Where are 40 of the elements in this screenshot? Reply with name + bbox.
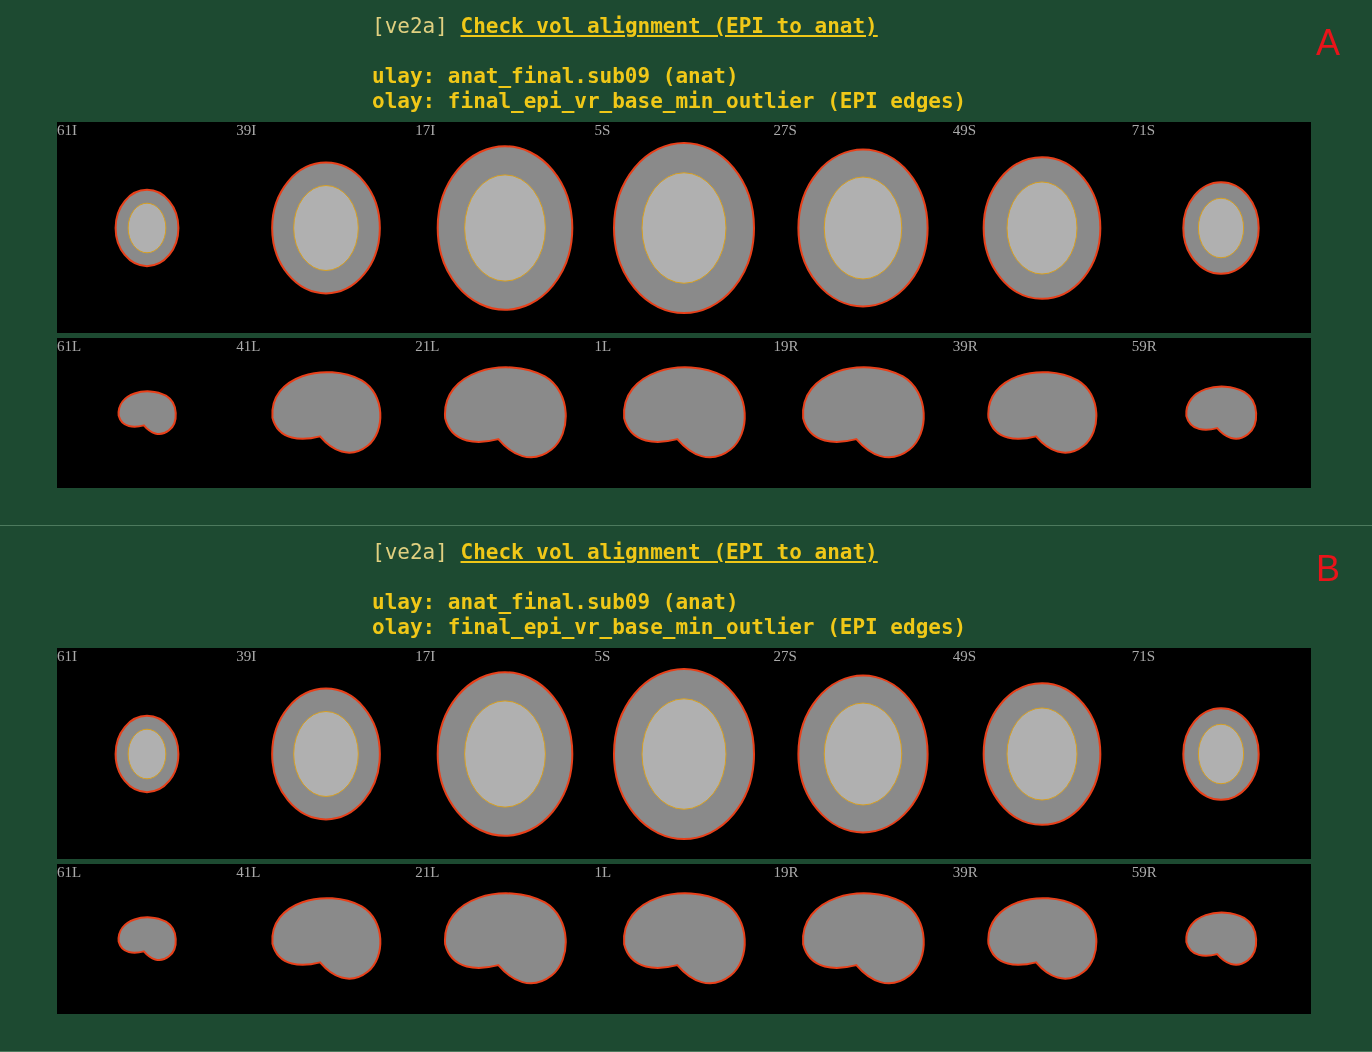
brain-slice-drawing bbox=[117, 390, 177, 435]
slice-label: 71S bbox=[1131, 122, 1156, 139]
report-tag: [ve2a] bbox=[372, 540, 448, 564]
slice-label: 61I bbox=[57, 122, 77, 139]
slice-label: 5S bbox=[594, 648, 611, 665]
brain-slice-drawing bbox=[117, 916, 177, 961]
info-line: ulay: anat_final.sub09 (anat) bbox=[372, 64, 740, 89]
slice-label: 19R bbox=[773, 864, 799, 881]
panel-letter: A bbox=[1316, 22, 1340, 64]
slice-label: 61L bbox=[57, 338, 82, 355]
info-line: olay: final_epi_vr_base_min_outlier (EPI edges) bbox=[372, 615, 968, 640]
section-title-link[interactable]: Check vol alignment (EPI to anat) bbox=[460, 14, 878, 38]
report-tag: [ve2a] bbox=[372, 14, 448, 38]
slice-label: 49S bbox=[952, 122, 977, 139]
slice-label: 5S bbox=[594, 122, 611, 139]
slice-label: 59R bbox=[1131, 338, 1157, 355]
slice-label: 49S bbox=[952, 648, 977, 665]
panel-letter: B bbox=[1316, 548, 1340, 590]
info-line: ulay: anat_final.sub09 (anat) bbox=[372, 590, 740, 615]
slice-label: 61I bbox=[57, 648, 77, 665]
slice-label: 41L bbox=[236, 338, 261, 355]
slice-label: 27S bbox=[773, 648, 797, 665]
info-line: olay: final_epi_vr_base_min_outlier (EPI edges) bbox=[372, 89, 968, 114]
slice-label: 61L bbox=[57, 864, 82, 881]
slice-label: 39I bbox=[236, 122, 257, 139]
section-title-link[interactable]: Check vol alignment (EPI to anat) bbox=[460, 540, 878, 564]
slice-label: 17I bbox=[415, 122, 436, 139]
slice-label: 1L bbox=[594, 338, 612, 355]
slice-label: 21L bbox=[415, 864, 440, 881]
slice-label: 71S bbox=[1131, 648, 1156, 665]
slice-label: 1L bbox=[594, 864, 612, 881]
slice-label: 21L bbox=[415, 338, 440, 355]
slice-label: 19R bbox=[773, 338, 799, 355]
slice-label: 59R bbox=[1131, 864, 1157, 881]
slice-label: 27S bbox=[773, 122, 797, 139]
slice-label: 41L bbox=[236, 864, 261, 881]
slice-label: 17I bbox=[415, 648, 436, 665]
slice-label: 39I bbox=[236, 648, 257, 665]
slice-label: 39R bbox=[952, 864, 978, 881]
slice-label: 39R bbox=[952, 338, 978, 355]
